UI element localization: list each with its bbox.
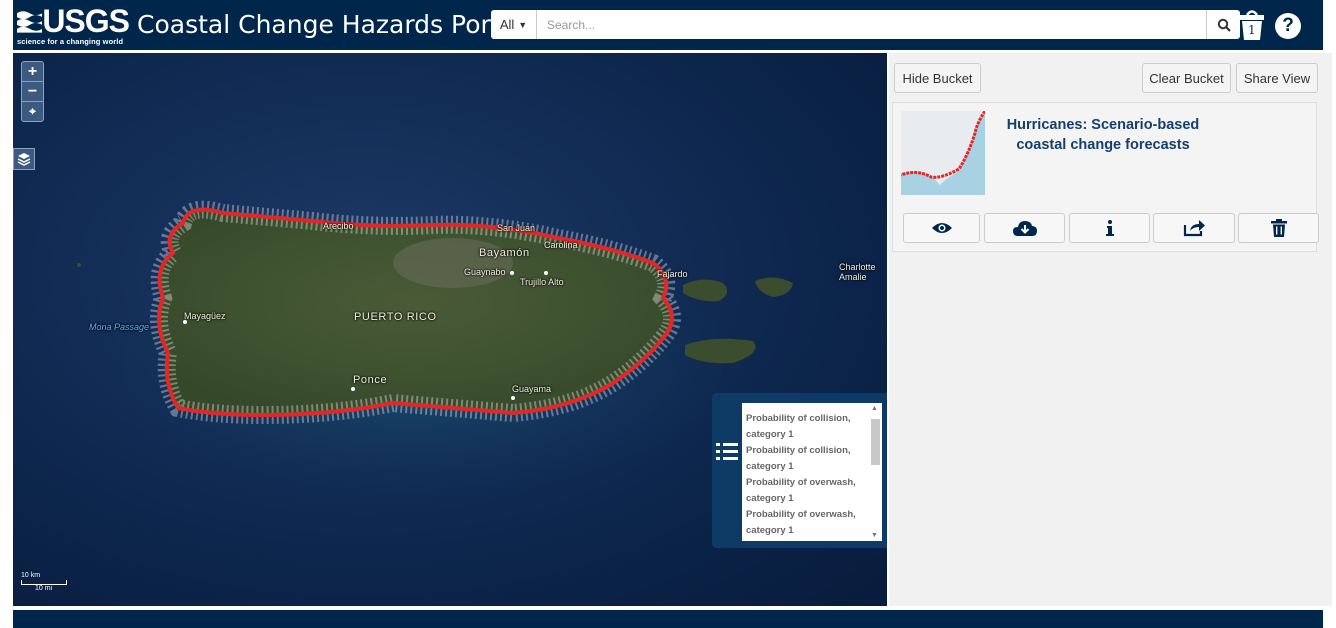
remove-button[interactable] — [1238, 213, 1319, 243]
legend-toggle-button[interactable] — [716, 440, 738, 464]
search-scope-dropdown[interactable]: All ▼ — [491, 10, 537, 39]
share-button[interactable] — [1153, 213, 1235, 243]
layers-button[interactable] — [13, 148, 35, 170]
legend-item[interactable]: Probability of collision, category 1 — [746, 411, 868, 443]
info-icon — [1105, 220, 1114, 236]
search-scope-label: All — [499, 17, 515, 32]
bucket-button[interactable]: 1 — [1237, 8, 1267, 42]
place-guaynabo: Guaynabo — [464, 267, 506, 277]
share-view-button[interactable]: Share View — [1236, 63, 1318, 93]
logo-wordmark: USGS — [17, 3, 130, 39]
item-thumbnail[interactable] — [901, 111, 985, 195]
scroll-up-icon[interactable]: ▲ — [871, 405, 878, 412]
map-scale: 10 km 10 mi — [21, 572, 67, 592]
place-trujillo-alto: Trujillo Alto — [520, 277, 564, 287]
city-dot — [544, 271, 548, 275]
download-button[interactable] — [984, 213, 1065, 243]
clear-bucket-button[interactable]: Clear Bucket — [1142, 63, 1231, 93]
place-mona-passage: Mona Passage — [89, 322, 150, 332]
help-icon[interactable]: ? — [1275, 13, 1301, 39]
scroll-down-icon[interactable]: ▼ — [871, 532, 878, 539]
city-dot — [510, 271, 514, 275]
search-icon — [1217, 18, 1231, 32]
scale-km: 10 km — [21, 572, 41, 579]
locate-button[interactable]: ⌖ — [22, 102, 43, 122]
thumbnail-map — [901, 111, 985, 195]
place-san-juan: San Juan — [497, 223, 536, 233]
legend-list[interactable]: Probability of collision, category 1 Pro… — [742, 403, 882, 541]
portal-title: Coastal Change Hazards Portal — [137, 10, 523, 39]
legend-item[interactable]: Probability of overwash, category 1 — [746, 507, 868, 539]
download-cloud-icon — [1012, 221, 1037, 236]
caret-down-icon: ▼ — [518, 19, 528, 30]
trash-icon — [1270, 219, 1287, 237]
bucket-panel: Hide Bucket Clear Bucket Share View Hurr… — [889, 53, 1332, 606]
place-carolina: Carolina — [544, 240, 578, 250]
eye-icon — [931, 223, 952, 233]
place-arecibo: Arecibo — [323, 221, 354, 231]
usgs-logo[interactable]: USGS science for a changing world — [17, 3, 130, 46]
legend-item[interactable]: Probability of overwash, category 1 — [746, 475, 868, 507]
hide-bucket-button[interactable]: Hide Bucket — [894, 63, 981, 93]
usgs-wave-icon — [17, 11, 43, 33]
list-icon — [716, 443, 738, 460]
logo-tagline: science for a changing world — [17, 37, 124, 46]
place-bayamon: Bayamón — [479, 247, 530, 259]
zoom-controls: + − ⌖ — [21, 61, 44, 122]
search-button[interactable] — [1206, 10, 1240, 39]
scroll-thumb[interactable] — [871, 419, 880, 465]
legend-panel: Probability of collision, category 1 Pro… — [712, 393, 887, 548]
layers-icon — [17, 153, 31, 166]
place-guayama: Guayama — [512, 384, 552, 394]
place-puerto-rico: PUERTO RICO — [354, 311, 437, 323]
info-button[interactable] — [1069, 213, 1150, 243]
place-fajardo: Fajardo — [657, 269, 688, 279]
city-dot — [511, 396, 515, 400]
view-button[interactable] — [903, 213, 980, 243]
legend-item[interactable]: Probability of collision, category 1 — [746, 443, 868, 475]
place-mayaguez: Mayagüez — [184, 311, 226, 321]
search-bar: All ▼ — [491, 10, 1240, 39]
city-dot — [351, 387, 355, 391]
scale-mi: 10 mi — [35, 585, 53, 592]
bucket-item-card: Hurricanes: Scenario-based coastal chang… — [892, 102, 1319, 252]
bucket-count: 1 — [1248, 23, 1256, 37]
item-title[interactable]: Hurricanes: Scenario-based coastal chang… — [993, 115, 1213, 155]
app-footer — [13, 610, 1323, 628]
place-ponce: Ponce — [353, 374, 388, 386]
share-icon — [1183, 220, 1205, 237]
zoom-in-button[interactable]: + — [22, 62, 43, 82]
place-charlotte-amalie: Charlotte Amalie — [839, 262, 876, 282]
zoom-out-button[interactable]: − — [22, 82, 43, 102]
city-dot — [183, 320, 187, 324]
map-view[interactable]: + − ⌖ Arecibo San Juan Carolina Bayamón … — [13, 53, 887, 606]
app-header: USGS science for a changing world Coasta… — [13, 0, 1323, 50]
search-input[interactable] — [537, 10, 1206, 39]
logo-text: USGS — [42, 3, 130, 39]
legend-scrollbar[interactable]: ▲ ▼ — [870, 405, 881, 539]
